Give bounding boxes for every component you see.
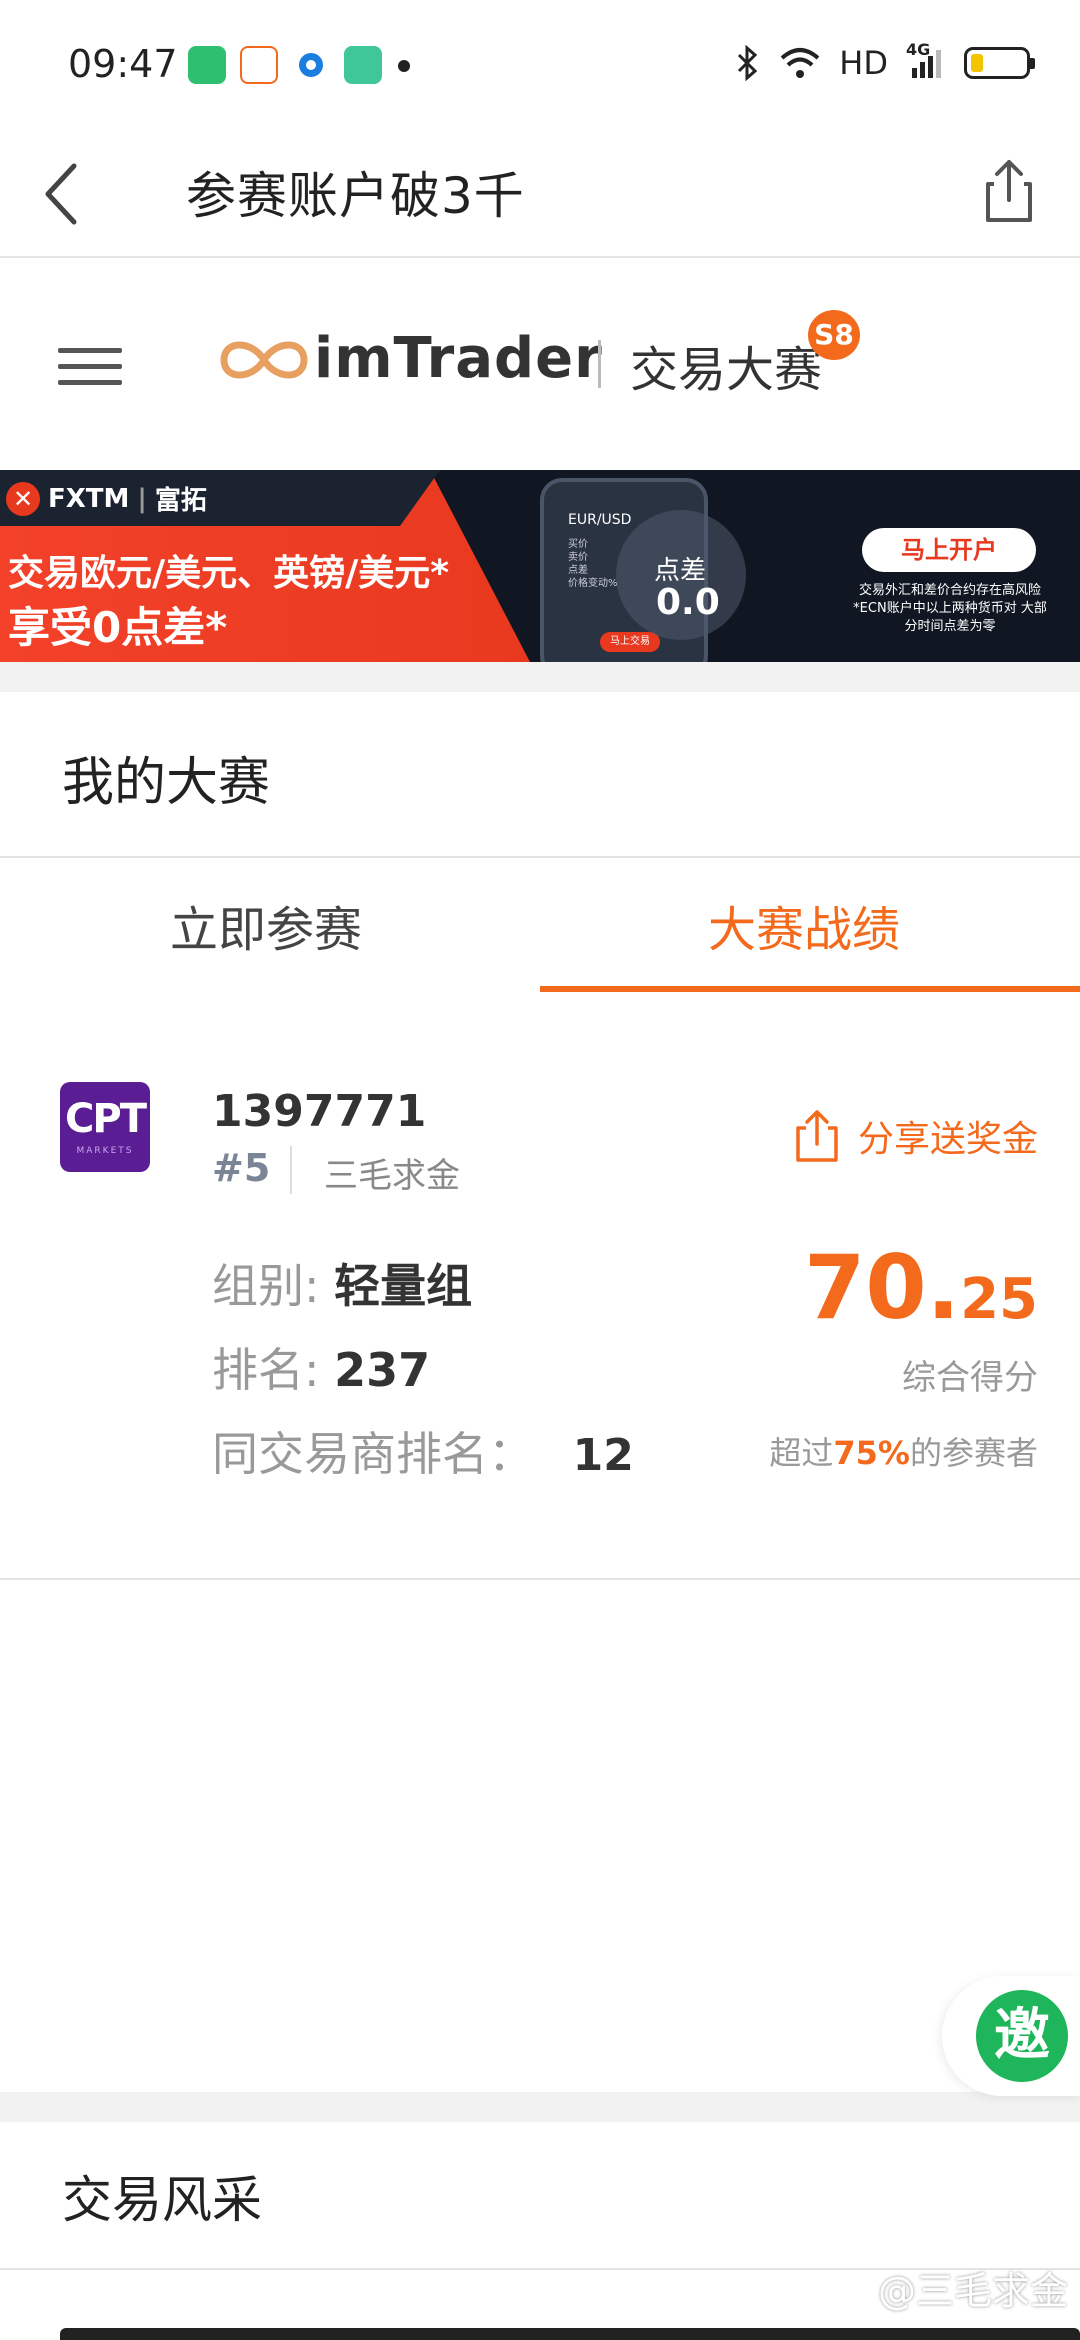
broker-logo-text: CPT — [65, 1096, 147, 1142]
rank-label: 排名: — [212, 1343, 320, 1397]
fxtm-logo-text: FXTM — [48, 483, 130, 514]
gallery-notification-icon — [344, 46, 382, 84]
share-bonus-label: 分享送奖金 — [857, 1119, 1038, 1160]
exceed-text: 超过75%的参赛者 — [769, 1434, 1038, 1472]
status-icons: HD 4G — [735, 40, 1035, 82]
status-time: 09:47 — [68, 42, 178, 86]
broker-rank-row: 同交易商排名： 12 — [212, 1418, 634, 1484]
section-gap — [0, 662, 1080, 692]
brand-header: imTrader 交易大赛 S8 — [0, 260, 1080, 470]
wifi-icon — [780, 48, 820, 78]
title-bar: 参赛账户破3千 — [0, 130, 1080, 258]
season-badge: S8 — [808, 310, 860, 360]
risk-disclaimer: 交易外汇和差价合约存在高风险 *ECN账户中以上两种货币对 大部分时间点差为零 — [853, 583, 1047, 634]
content-preview-strip — [60, 2328, 1080, 2340]
fxtm-logo: ✕ FXTM | 富拓 — [6, 480, 207, 517]
brand-logo-text: imTrader — [314, 326, 603, 391]
account-number: 1397771 — [212, 1086, 427, 1137]
card-divider — [0, 1578, 1080, 1580]
group-value: 轻量组 — [334, 1259, 473, 1313]
more-notifications-dot — [398, 60, 410, 72]
share-icon — [796, 1110, 838, 1162]
section-gap — [0, 2092, 1080, 2122]
watermark: @三毛求金 — [877, 2269, 1068, 2313]
battery-icon — [964, 47, 1035, 79]
fxtm-x-icon: ✕ — [6, 481, 40, 516]
ad-banner[interactable]: ✕ FXTM | 富拓 交易欧元/美元、英镑/美元* 享受0点差* EUR/US… — [0, 470, 1080, 662]
battery-saver-app-icon — [188, 46, 226, 84]
phone-quote-rows: 买价 卖价 点差 价格变动% — [568, 539, 618, 589]
share-bonus-button[interactable]: 分享送奖金 — [792, 1108, 1038, 1164]
status-bar: 09:47 HD 4G — [0, 0, 1080, 130]
open-account-button[interactable]: 马上开户 — [862, 528, 1036, 572]
phone-trade-button: 马上交易 — [600, 632, 660, 652]
broker-rank-value: 12 — [572, 1430, 634, 1481]
score-decimal: 25 — [960, 1267, 1038, 1332]
page-title: 参赛账户破3千 — [186, 167, 525, 225]
tab-join-contest[interactable]: 立即参赛 — [170, 890, 362, 960]
score-integer: 70. — [804, 1236, 961, 1339]
phone-currency-pair: EUR/USD — [568, 512, 632, 528]
account-index: #5 — [212, 1146, 271, 1190]
imtrader-logo-icon — [220, 341, 308, 379]
active-tab-indicator — [540, 986, 1080, 992]
tab-contest-record[interactable]: 大赛战绩 — [708, 890, 900, 960]
invite-button[interactable]: 邀 — [976, 1990, 1068, 2082]
banner-headline: 交易欧元/美元、英镑/美元* — [8, 553, 450, 594]
fxtm-logo-cn: 富拓 — [154, 486, 207, 516]
broker-logo: CPT MARKETS — [60, 1082, 150, 1172]
rank-row: 排名: 237 — [212, 1334, 430, 1400]
network-hd-label: HD — [839, 44, 888, 82]
invite-float: 邀 — [942, 1976, 1080, 2096]
composite-score: 70.25 — [804, 1236, 1038, 1339]
section-divider — [0, 856, 1080, 858]
trade-style-title: 交易风采 — [62, 2171, 262, 2229]
brand-separator — [598, 340, 601, 388]
app-notification-icon — [240, 46, 278, 84]
banner-subheadline: 享受0点差* — [8, 603, 228, 652]
spread-value: 0.0 — [656, 582, 720, 623]
my-contest-title: 我的大赛 — [62, 753, 271, 813]
account-separator — [290, 1146, 292, 1194]
signal-icon: 4G — [906, 40, 946, 80]
browser-notification-icon — [292, 46, 330, 84]
broker-rank-label: 同交易商排名： — [212, 1427, 534, 1481]
rank-value: 237 — [334, 1343, 431, 1397]
back-button[interactable] — [34, 152, 118, 236]
account-nickname: 三毛求金 — [324, 1156, 460, 1196]
broker-logo-sub: MARKETS — [76, 1146, 134, 1156]
score-label: 综合得分 — [902, 1358, 1038, 1398]
exceed-percent: 75% — [833, 1434, 910, 1472]
chevron-left-icon — [45, 163, 77, 225]
bluetooth-icon — [738, 45, 758, 81]
group-label: 组别: — [212, 1259, 320, 1313]
share-button[interactable] — [964, 148, 1054, 238]
brand-subtitle: 交易大赛 — [630, 342, 823, 398]
menu-button[interactable] — [58, 348, 122, 388]
share-icon — [986, 160, 1032, 222]
group-row: 组别: 轻量组 — [212, 1250, 472, 1316]
